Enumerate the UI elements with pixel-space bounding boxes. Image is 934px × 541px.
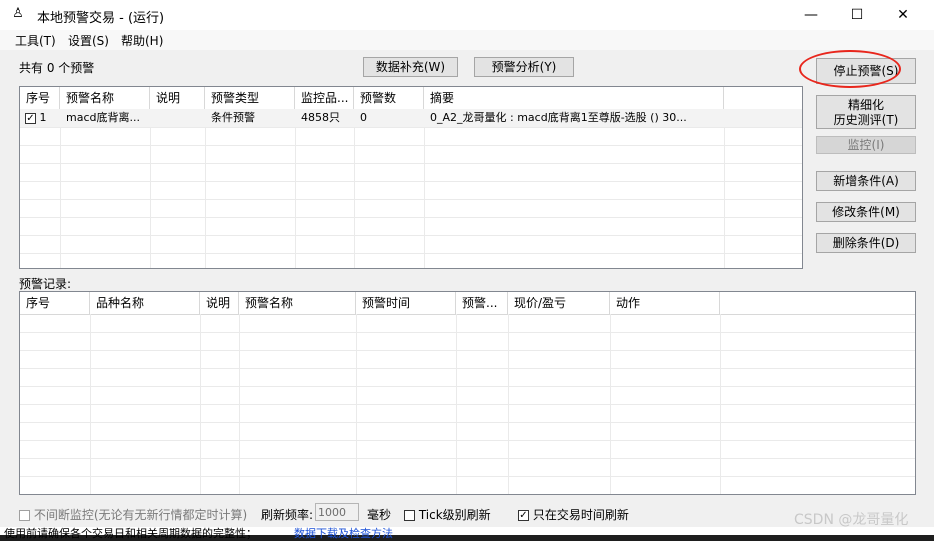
alerts-table: 序号 预警名称 说明 预警类型 监控品... 预警数 摘要 ✓ 1 macd底背…: [19, 86, 803, 269]
grid-line: [20, 458, 915, 459]
grid-line: [20, 422, 915, 423]
grid-line: [20, 163, 802, 164]
grid-line: [20, 145, 802, 146]
continuous-monitor-checkbox[interactable]: [19, 510, 30, 521]
trading-time-label: 只在交易时间刷新: [532, 508, 629, 522]
rec-col-price-pnl[interactable]: 现价/盈亏: [508, 292, 610, 314]
app-bell-icon: ♙: [12, 6, 24, 21]
col-index[interactable]: 序号: [20, 87, 60, 109]
alerts-table-header: 序号 预警名称 说明 预警类型 监控品... 预警数 摘要: [20, 87, 802, 110]
refresh-rate-label: 刷新频率:: [261, 508, 314, 522]
modify-condition-button[interactable]: 修改条件(M): [816, 202, 916, 222]
records-table-header: 序号 品种名称 说明 预警名称 预警时间 预警... 现价/盈亏 动作: [20, 292, 915, 315]
add-condition-button[interactable]: 新增条件(A): [816, 171, 916, 191]
grid-line: [20, 199, 802, 200]
row-summary: 0_A2_龙哥量化 : macd底背离1至尊版-选股 () 30...: [430, 111, 687, 124]
continuous-monitor-option[interactable]: 不间断监控(无论有无新行情都定时计算): [19, 506, 247, 523]
records-label: 预警记录:: [19, 277, 72, 291]
rec-col-alert-extra[interactable]: 预警...: [456, 292, 508, 314]
alert-analysis-button[interactable]: 预警分析(Y): [474, 57, 574, 77]
row-type: 条件预警: [211, 111, 255, 124]
alert-count-text: 共有 0 个预警: [19, 61, 95, 75]
rec-col-index[interactable]: 序号: [20, 292, 90, 314]
col-description[interactable]: 说明: [150, 87, 205, 109]
window-title: 本地预警交易 - (运行): [37, 11, 165, 26]
rec-col-action[interactable]: 动作: [610, 292, 720, 314]
rec-col-alert-name[interactable]: 预警名称: [239, 292, 356, 314]
grid-line: [20, 253, 802, 254]
col-monitored[interactable]: 监控品...: [295, 87, 354, 109]
grid-line: [20, 404, 915, 405]
csdn-watermark: CSDN @龙哥量化: [794, 512, 909, 528]
maximize-button[interactable]: ☐: [834, 0, 880, 30]
menu-help[interactable]: 帮助(H): [121, 32, 163, 49]
grid-line: [20, 235, 802, 236]
row-desc: [150, 109, 205, 127]
minimize-button[interactable]: —: [788, 0, 834, 30]
grid-line: [20, 368, 915, 369]
refine-label-line1: 精细化: [847, 98, 884, 112]
row-count: 0: [360, 111, 367, 124]
refresh-rate-input[interactable]: [315, 503, 359, 521]
grid-line: [20, 217, 802, 218]
grid-line: [354, 109, 355, 268]
menu-tools[interactable]: 工具(T): [15, 32, 56, 49]
grid-line: [20, 127, 802, 128]
menu-settings[interactable]: 设置(S): [68, 32, 109, 49]
records-table: 序号 品种名称 说明 预警名称 预警时间 预警... 现价/盈亏 动作: [19, 291, 916, 495]
refresh-unit-label: 毫秒: [367, 508, 392, 522]
tick-refresh-label: Tick级别刷新: [418, 508, 491, 522]
col-alert-type[interactable]: 预警类型: [205, 87, 295, 109]
row-monitored: 4858只: [301, 111, 340, 124]
fill-data-button[interactable]: 数据补充(W): [363, 57, 458, 77]
refine-backtest-button[interactable]: 精细化 历史测评(T): [816, 95, 916, 129]
refine-label-line2: 历史测评(T): [833, 113, 899, 127]
rec-col-desc[interactable]: 说明: [200, 292, 239, 314]
grid-line: [424, 109, 425, 268]
col-summary[interactable]: 摘要: [424, 87, 724, 109]
col-alert-count[interactable]: 预警数: [354, 87, 424, 109]
close-button[interactable]: ✕: [880, 0, 926, 30]
grid-line: [724, 109, 725, 268]
row-checkbox-cell[interactable]: ✓ 1: [20, 109, 60, 127]
rec-col-symbol[interactable]: 品种名称: [90, 292, 200, 314]
rec-col-alert-time[interactable]: 预警时间: [356, 292, 456, 314]
delete-condition-button[interactable]: 删除条件(D): [816, 233, 916, 253]
grid-line: [150, 109, 151, 268]
menu-bar: 工具(T) 设置(S) 帮助(H): [0, 30, 934, 50]
col-alert-name[interactable]: 预警名称: [60, 87, 150, 109]
grid-line: [205, 109, 206, 268]
grid-line: [20, 386, 915, 387]
grid-line: [20, 476, 915, 477]
table-row[interactable]: ✓ 1 macd底背离... 条件预警 4858只 0 0_A2_龙哥量化 : …: [20, 109, 802, 127]
tick-refresh-option[interactable]: Tick级别刷新: [404, 506, 491, 523]
grid-line: [60, 109, 61, 268]
row-enabled-checkbox[interactable]: ✓: [25, 112, 36, 124]
main-window: ♙ 本地预警交易 - (运行) — ☐ ✕ 工具(T) 设置(S) 帮助(H) …: [0, 0, 934, 528]
monitor-button[interactable]: 监控(I): [816, 136, 916, 154]
bottom-hint-link[interactable]: 数据下载及检查方法: [294, 525, 393, 541]
grid-line: [20, 181, 802, 182]
grid-line: [20, 350, 915, 351]
tick-refresh-checkbox[interactable]: [404, 510, 415, 521]
row-index: 1: [39, 111, 47, 124]
trading-time-option[interactable]: ✓ 只在交易时间刷新: [518, 506, 629, 523]
continuous-monitor-label: 不间断监控(无论有无新行情都定时计算): [33, 508, 248, 522]
bottom-hint-text: 使用前请确保各个交易日和相关周期数据的完整性；: [4, 527, 257, 540]
title-bar: ♙ 本地预警交易 - (运行) — ☐ ✕: [0, 0, 934, 30]
trading-time-checkbox[interactable]: ✓: [518, 510, 529, 521]
grid-line: [20, 440, 915, 441]
grid-line: [20, 332, 915, 333]
row-name: macd底背离...: [66, 111, 140, 124]
highlight-circle: [799, 50, 901, 88]
grid-line: [295, 109, 296, 268]
